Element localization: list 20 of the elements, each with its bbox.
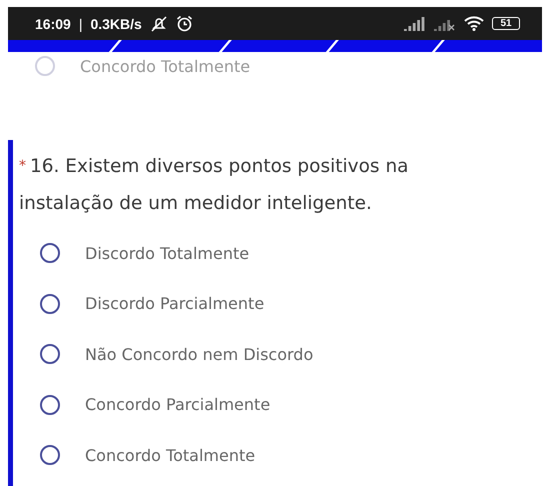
- radio-button[interactable]: [40, 394, 60, 415]
- option-label: Concordo Totalmente: [85, 446, 256, 465]
- option-label: Concordo Totalmente: [80, 56, 250, 76]
- bell-off-icon: [150, 16, 168, 32]
- signal-icon: [404, 16, 426, 30]
- radio-button[interactable]: [40, 344, 60, 364]
- option-label: Discordo Totalmente: [85, 244, 250, 263]
- option-label: Discordo Parcialmente: [85, 294, 264, 314]
- battery-indicator: 51: [492, 17, 520, 30]
- radio-button[interactable]: [40, 445, 60, 466]
- option-label: Não Concordo nem Discordo: [85, 344, 314, 364]
- option-label: Concordo Parcialmente: [85, 395, 270, 414]
- radio-button[interactable]: [40, 294, 60, 314]
- separator-text: |: [78, 16, 82, 32]
- clock-text: 16:09: [35, 16, 71, 32]
- question-text: * 16. Existem diversos pontos positivos na instalação de um medidor inteligente.: [19, 155, 410, 216]
- wifi-icon: [464, 16, 484, 31]
- speed-text: 0.3KB/s: [90, 16, 142, 32]
- alarm-icon: [176, 15, 193, 32]
- radio-button[interactable]: [40, 243, 60, 264]
